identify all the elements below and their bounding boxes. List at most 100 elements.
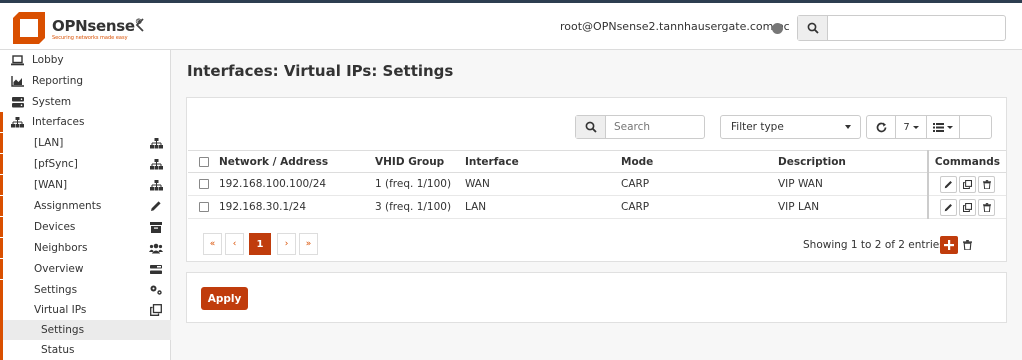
sidebar-item-overview[interactable]: Overview — [0, 259, 171, 279]
table-header-row: Network / Address VHID Group Interface M… — [188, 150, 1006, 173]
select-all-cell — [188, 150, 214, 173]
tasks-icon — [149, 263, 163, 275]
plus-icon — [944, 240, 954, 250]
pagination: « ‹ 1 › » — [203, 233, 321, 255]
sidebar-item-wan[interactable]: [WAN] — [0, 175, 171, 195]
pager-first[interactable]: « — [203, 233, 222, 255]
search-icon[interactable] — [576, 116, 606, 138]
sitemap-icon — [11, 116, 24, 128]
cell-address: 192.168.100.100/24 — [214, 172, 370, 196]
cogs-icon — [149, 284, 163, 296]
pager-next[interactable]: › — [277, 233, 296, 255]
pencil-icon — [149, 200, 163, 212]
sidebar-item-vip-settings[interactable]: Settings — [0, 320, 171, 340]
clone-icon[interactable] — [959, 198, 976, 216]
pager-current[interactable]: 1 — [249, 233, 271, 255]
brand-tagline: Securing networks made easy — [52, 35, 128, 41]
area-chart-icon — [11, 75, 24, 87]
row-count-dropdown[interactable]: 7 — [896, 116, 927, 138]
col-header-address[interactable]: Network / Address — [214, 150, 370, 173]
page-title: Interfaces: Virtual IPs: Settings — [187, 62, 454, 80]
cell-mode: CARP — [616, 172, 773, 196]
caret-down-icon — [912, 125, 919, 129]
global-search-input[interactable] — [829, 16, 1005, 40]
trash-icon — [962, 240, 972, 250]
trash-icon[interactable] — [978, 198, 995, 216]
opnsense-logo[interactable]: OPNsense® Securing networks made easy — [10, 9, 143, 47]
col-header-vhid[interactable]: VHID Group — [370, 150, 460, 173]
cell-vhid: 1 (freq. 1/100) — [370, 172, 460, 196]
grid-search-input[interactable] — [607, 116, 703, 138]
table-row[interactable]: 192.168.30.1/24 3 (freq. 1/100) LAN CARP… — [188, 195, 1006, 219]
row-select-cell — [188, 195, 214, 219]
add-button[interactable] — [940, 236, 958, 254]
clone-icon[interactable] — [959, 175, 976, 193]
col-header-mode[interactable]: Mode — [616, 150, 773, 173]
status-dot-icon[interactable] — [772, 23, 783, 34]
sidebar-item-vip-status[interactable]: Status — [0, 340, 171, 360]
laptop-icon — [11, 54, 24, 66]
sitemap-icon — [149, 179, 163, 191]
vip-table: Network / Address VHID Group Interface M… — [188, 150, 1006, 219]
filter-type-select[interactable]: Filter type — [720, 115, 861, 139]
delete-selected-button[interactable] — [959, 236, 975, 254]
sidebar-item-devices[interactable]: Devices — [0, 217, 171, 237]
row-checkbox[interactable] — [199, 202, 209, 212]
search-icon[interactable] — [798, 16, 828, 40]
refresh-icon — [876, 122, 886, 132]
apply-button[interactable]: Apply — [201, 287, 248, 310]
brand-name: OPNsense® — [52, 17, 143, 35]
vip-grid-panel: Filter type 7 Network / Address VHID Gro… — [186, 97, 1007, 262]
sidebar-item-interfaces[interactable]: Interfaces — [0, 112, 171, 132]
sitemap-icon — [149, 158, 163, 170]
grid-toolbar: 7 — [866, 115, 992, 139]
sidebar-item-lobby[interactable]: Lobby — [0, 50, 171, 70]
trash-icon[interactable] — [978, 175, 995, 193]
global-search — [797, 15, 1006, 41]
cell-description: VIP LAN — [773, 195, 928, 219]
sidebar-item-lan[interactable]: [LAN] — [0, 133, 171, 153]
apply-panel: Apply — [186, 272, 1007, 323]
col-header-commands: Commands — [927, 150, 1006, 173]
refresh-button[interactable] — [867, 116, 896, 138]
archive-icon — [149, 221, 163, 233]
cell-interface: WAN — [460, 172, 616, 196]
cell-description: VIP WAN — [773, 172, 928, 196]
toolbar-extra-button[interactable] — [960, 116, 991, 138]
cell-commands — [927, 195, 1006, 219]
users-icon — [149, 242, 163, 254]
user-host-label[interactable]: root@OPNsense2.tannhausergate.com.ec — [560, 20, 790, 33]
pencil-icon[interactable] — [940, 198, 957, 216]
row-checkbox[interactable] — [199, 179, 209, 189]
top-navbar: OPNsense® Securing networks made easy ro… — [0, 0, 1022, 50]
column-selector-dropdown[interactable] — [927, 116, 960, 138]
pager-prev[interactable]: ‹ — [225, 233, 244, 255]
pencil-icon[interactable] — [940, 175, 957, 193]
table-row[interactable]: 192.168.100.100/24 1 (freq. 1/100) WAN C… — [188, 172, 1006, 196]
sidebar-item-reporting[interactable]: Reporting — [0, 71, 171, 91]
col-header-description[interactable]: Description — [773, 150, 928, 173]
sidebar: Lobby Reporting System Interfaces [LAN] … — [0, 50, 171, 360]
sidebar-item-assignments[interactable]: Assignments — [0, 196, 171, 216]
sidebar-item-system[interactable]: System — [0, 92, 171, 112]
caret-down-icon — [845, 125, 851, 129]
cell-mode: CARP — [616, 195, 773, 219]
sitemap-icon — [149, 137, 163, 149]
col-header-interface[interactable]: Interface — [460, 150, 616, 173]
cell-interface: LAN — [460, 195, 616, 219]
pager-last[interactable]: » — [299, 233, 318, 255]
select-all-checkbox[interactable] — [199, 156, 209, 167]
sidebar-item-neighbors[interactable]: Neighbors — [0, 238, 171, 258]
sidebar-item-pfsync[interactable]: [pfSync] — [0, 154, 171, 174]
cell-vhid: 3 (freq. 1/100) — [370, 195, 460, 219]
clone-icon — [149, 304, 163, 316]
caret-down-icon — [947, 125, 953, 129]
showing-entries-text: Showing 1 to 2 of 2 entries — [803, 239, 945, 251]
server-icon — [11, 96, 24, 108]
opnsense-logo-icon — [13, 12, 45, 44]
cell-address: 192.168.30.1/24 — [214, 195, 370, 219]
cell-commands — [927, 172, 1006, 196]
sidebar-item-settings[interactable]: Settings — [0, 280, 171, 300]
sidebar-item-virtual-ips[interactable]: Virtual IPs — [0, 300, 171, 320]
chevron-left-icon[interactable] — [135, 17, 145, 36]
